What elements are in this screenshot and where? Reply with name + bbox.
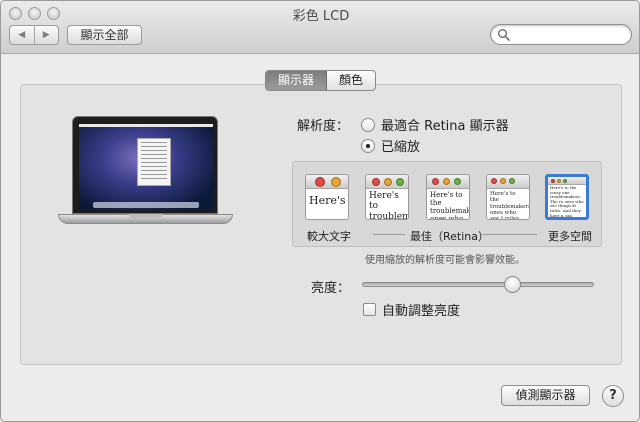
search-icon	[498, 29, 510, 41]
thumb-sample-text: Here's to the troublemak ones who se	[430, 191, 469, 220]
macbook-illustration	[58, 116, 233, 236]
brightness-label: 亮度：	[311, 281, 351, 296]
caption-best-retina: 最佳（Retina）	[410, 230, 489, 243]
caption-larger-text: 較大文字	[307, 230, 351, 243]
thumb-sample-text: Here's to the crazy one troublemakers. T…	[550, 185, 584, 220]
laptop-screen-wallpaper	[79, 124, 213, 210]
chevron-left-icon: ◀	[18, 30, 26, 40]
auto-brightness-checkbox[interactable]	[363, 303, 376, 316]
radio-best-for-retina[interactable]: 最適合 Retina 顯示器	[361, 115, 509, 134]
system-preferences-window: 彩色 LCD ◀ ▶ 顯示全部 顯示器 顏色 解析度： 最適合 Retina 顯…	[0, 0, 640, 422]
caption-divider-right	[483, 234, 537, 235]
auto-brightness-label: 自動調整亮度	[382, 304, 461, 319]
thumb-sample-text: Here's to troublem	[369, 191, 408, 220]
radio-button[interactable]	[361, 117, 375, 132]
radio-scaled[interactable]: 已縮放	[361, 136, 420, 155]
laptop-notch	[129, 214, 163, 218]
title-bar: 彩色 LCD ◀ ▶ 顯示全部	[1, 1, 639, 54]
screen-menubar	[79, 124, 213, 127]
search-field[interactable]	[490, 24, 632, 45]
window-title: 彩色 LCD	[292, 9, 350, 24]
help-button[interactable]: ?	[602, 385, 624, 407]
scale-option-2[interactable]: Here's to troublem	[365, 174, 409, 220]
radio-button-selected[interactable]	[361, 138, 375, 153]
radio-label: 已縮放	[381, 140, 421, 155]
thumb-sample-text: Here's	[309, 194, 346, 207]
laptop-screen-bezel	[72, 116, 218, 214]
show-all-button[interactable]: 顯示全部	[67, 25, 142, 45]
auto-brightness-checkbox-row[interactable]: 自動調整亮度	[363, 300, 460, 319]
screen-document-window	[137, 138, 171, 186]
thumb-titlebar	[427, 175, 469, 189]
scale-option-more-space[interactable]: Here's to the crazy one troublemakers. T…	[545, 174, 589, 220]
thumb-titlebar	[306, 175, 348, 189]
brightness-slider-track[interactable]	[362, 282, 594, 287]
back-forward-group: ◀ ▶	[9, 25, 59, 45]
forward-button[interactable]: ▶	[35, 26, 59, 44]
caption-more-space: 更多空間	[548, 230, 592, 243]
tab-color[interactable]: 顏色	[327, 71, 375, 90]
radio-label: 最適合 Retina 顯示器	[381, 119, 509, 134]
thumb-titlebar	[366, 175, 408, 189]
scale-option-4[interactable]: Here's to the troublemakers. ones who se…	[486, 174, 530, 220]
back-button[interactable]: ◀	[10, 26, 35, 44]
thumb-titlebar	[487, 175, 529, 189]
detect-displays-button[interactable]: 偵測顯示器	[501, 385, 590, 406]
tab-display[interactable]: 顯示器	[266, 71, 328, 90]
performance-note: 使用縮放的解析度可能會影響效能。	[365, 255, 525, 266]
scale-option-larger-text[interactable]: Here's	[305, 174, 349, 220]
resolution-label: 解析度：	[297, 119, 350, 134]
screen-dock	[93, 202, 199, 208]
chevron-right-icon: ▶	[42, 30, 50, 40]
caption-divider-left	[373, 234, 405, 235]
scale-option-3[interactable]: Here's to the troublemak ones who se	[426, 174, 470, 220]
thumb-titlebar	[548, 177, 586, 185]
thumb-sample-text: Here's to the troublemakers. ones who se…	[490, 191, 529, 220]
tab-bar: 顯示器 顏色	[265, 70, 377, 91]
